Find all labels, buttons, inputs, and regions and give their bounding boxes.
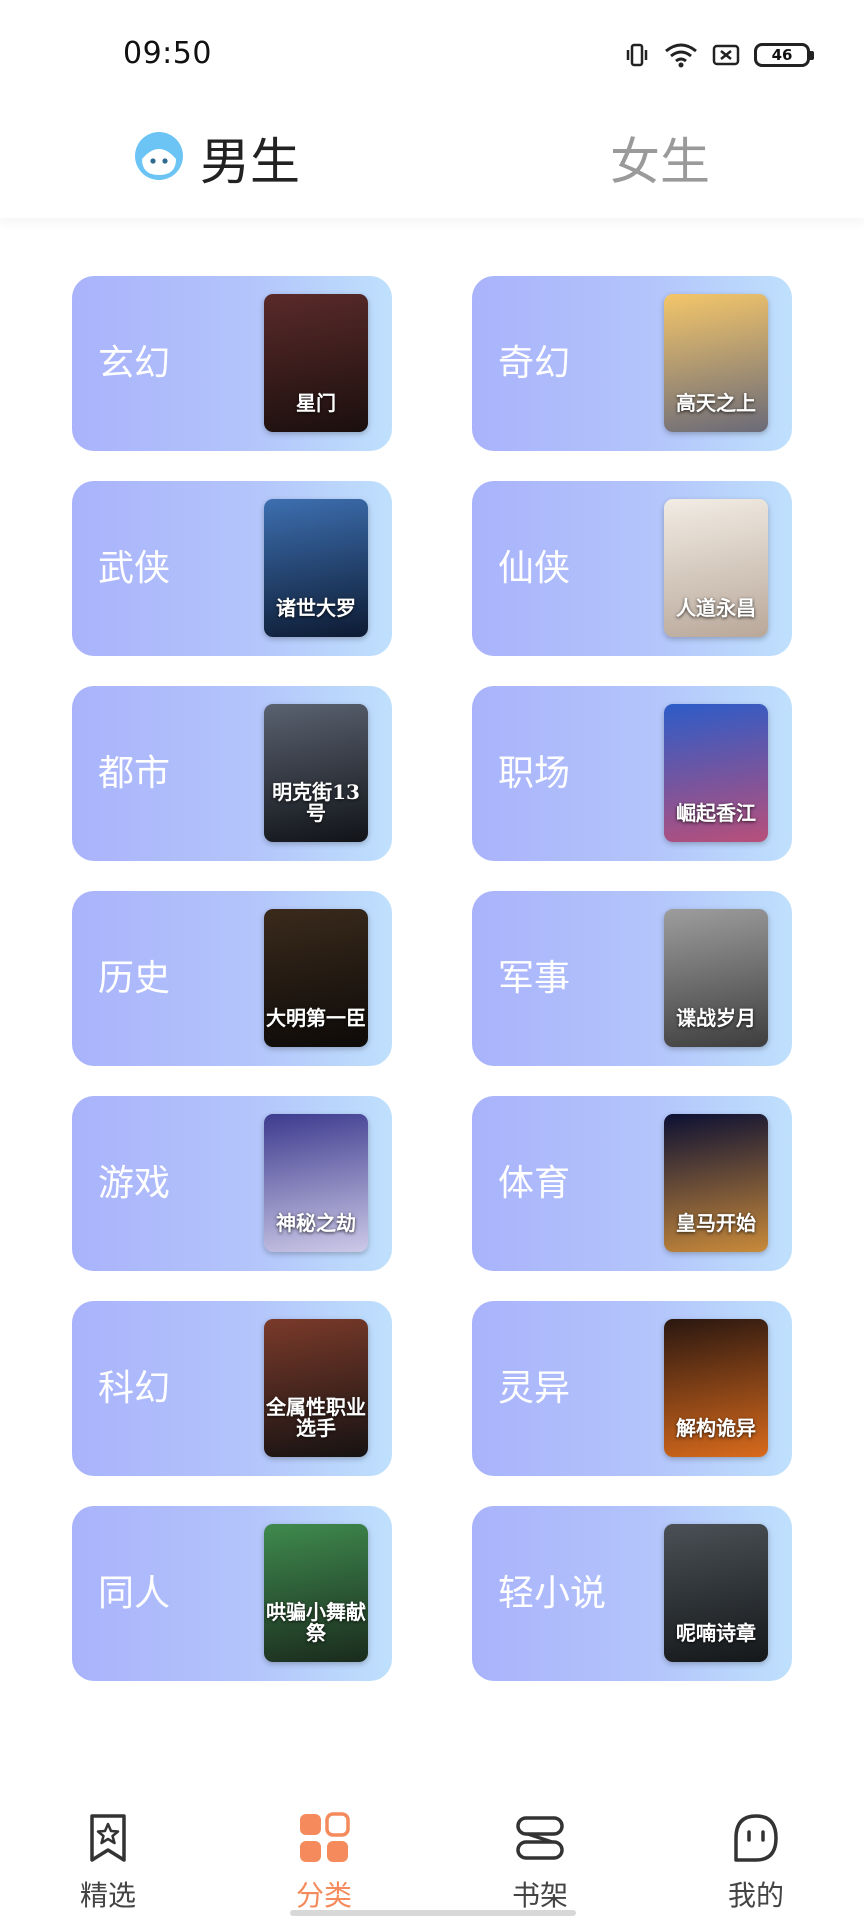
star-bookmark-icon [84, 1812, 132, 1868]
nav-label-bookshelf: 书架 [511, 1879, 568, 1912]
book-cover-title: 谍战岁月 [676, 1006, 756, 1030]
nav-label-featured: 精选 [79, 1879, 136, 1912]
bottom-nav: 精选 分类 书架 我的 [0, 1800, 864, 1920]
status-icons: 46 [624, 40, 814, 70]
book-cover-title: 崛起香江 [676, 801, 756, 825]
category-card[interactable]: 武侠诸世大罗 [72, 481, 392, 656]
nav-item-featured[interactable]: 精选 [0, 1800, 216, 1920]
book-cover: 谍战岁月 [664, 909, 768, 1047]
book-cover: 人道永昌 [664, 499, 768, 637]
battery-level: 46 [771, 46, 793, 64]
category-card[interactable]: 灵异解构诡异 [472, 1301, 792, 1476]
category-grid: 玄幻 星门 奇幻 高天之上 武侠 诸世大罗 仙侠 人道永昌 都市 明克街13号 职场 崛起香江 历史 大明… [72, 276, 792, 1681]
category-label: 同人 [98, 1573, 171, 1614]
nav-label-profile: 我的 [727, 1879, 784, 1912]
book-cover: 大明第一臣 [264, 909, 368, 1047]
tab-male[interactable]: 男生 [134, 122, 300, 194]
category-label: 军事 [498, 958, 571, 999]
category-label: 奇幻 [498, 343, 571, 384]
tab-female[interactable]: 女生 [610, 122, 710, 194]
book-cover: 明克街13号 [264, 704, 368, 842]
book-cover: 星门 [264, 294, 368, 432]
category-card[interactable]: 历史大明第一臣 [72, 891, 392, 1066]
book-cover: 神秘之劫 [264, 1114, 368, 1252]
profile-face-icon [730, 1812, 782, 1868]
book-cover: 全属性职业选手 [264, 1319, 368, 1457]
battery-indicator: 46 [754, 43, 814, 67]
category-label: 玄幻 [98, 343, 171, 384]
category-card[interactable]: 都市明克街13号 [72, 686, 392, 861]
category-label: 体育 [498, 1163, 571, 1204]
book-cover-title: 全属性职业选手 [266, 1395, 366, 1440]
gender-tabs: 男生 女生 [0, 100, 864, 218]
book-cover-title: 神秘之劫 [276, 1211, 356, 1235]
category-label: 历史 [98, 958, 171, 999]
category-card[interactable]: 同人哄骗小舞献祭 [72, 1506, 392, 1681]
book-cover: 皇马开始 [664, 1114, 768, 1252]
book-cover: 诸世大罗 [264, 499, 368, 637]
status-time: 09:50 [123, 36, 212, 71]
book-cover: 崛起香江 [664, 704, 768, 842]
nav-item-category[interactable]: 分类 [216, 1800, 432, 1920]
boy-avatar-icon [134, 131, 184, 185]
no-sim-icon [712, 43, 740, 67]
category-card[interactable]: 体育皇马开始 [472, 1096, 792, 1271]
category-label: 仙侠 [498, 548, 571, 589]
category-card[interactable]: 仙侠人道永昌 [472, 481, 792, 656]
book-cover-title: 明克街13号 [272, 780, 360, 825]
category-card[interactable]: 科幻全属性职业选手 [72, 1301, 392, 1476]
bookshelf-icon [514, 1812, 566, 1868]
grid-category-icon [298, 1812, 350, 1868]
nav-label-category: 分类 [295, 1879, 352, 1912]
category-card[interactable]: 游戏神秘之劫 [72, 1096, 392, 1271]
category-label: 都市 [98, 753, 171, 794]
book-cover-title: 解构诡异 [676, 1416, 756, 1440]
category-label: 科幻 [98, 1368, 171, 1409]
book-cover: 高天之上 [664, 294, 768, 432]
book-cover-title: 哄骗小舞献祭 [266, 1600, 366, 1645]
book-cover-title: 呢喃诗章 [676, 1621, 756, 1645]
category-label: 武侠 [98, 548, 171, 589]
status-bar: 09:50 46 [0, 0, 864, 100]
book-cover: 呢喃诗章 [664, 1524, 768, 1662]
book-cover-title: 皇马开始 [676, 1211, 756, 1235]
book-cover-title: 诸世大罗 [276, 596, 356, 620]
vibrate-icon [624, 42, 650, 68]
category-label: 轻小说 [498, 1573, 607, 1614]
book-cover-title: 星门 [296, 391, 336, 415]
category-label: 职场 [498, 753, 571, 794]
category-card[interactable]: 职场崛起香江 [472, 686, 792, 861]
tab-male-label: 男生 [200, 133, 300, 191]
category-card[interactable]: 玄幻星门 [72, 276, 392, 451]
category-label: 灵异 [498, 1368, 571, 1409]
category-card[interactable]: 军事谍战岁月 [472, 891, 792, 1066]
home-indicator[interactable] [290, 1910, 576, 1916]
book-cover-title: 大明第一臣 [266, 1006, 366, 1030]
nav-item-profile[interactable]: 我的 [648, 1800, 864, 1920]
nav-item-bookshelf[interactable]: 书架 [432, 1800, 648, 1920]
category-label: 游戏 [98, 1163, 171, 1204]
book-cover: 解构诡异 [664, 1319, 768, 1457]
category-card[interactable]: 轻小说呢喃诗章 [472, 1506, 792, 1681]
book-cover-title: 高天之上 [676, 391, 756, 415]
category-card[interactable]: 奇幻高天之上 [472, 276, 792, 451]
book-cover-title: 人道永昌 [676, 596, 756, 620]
book-cover: 哄骗小舞献祭 [264, 1524, 368, 1662]
wifi-icon [664, 42, 698, 68]
